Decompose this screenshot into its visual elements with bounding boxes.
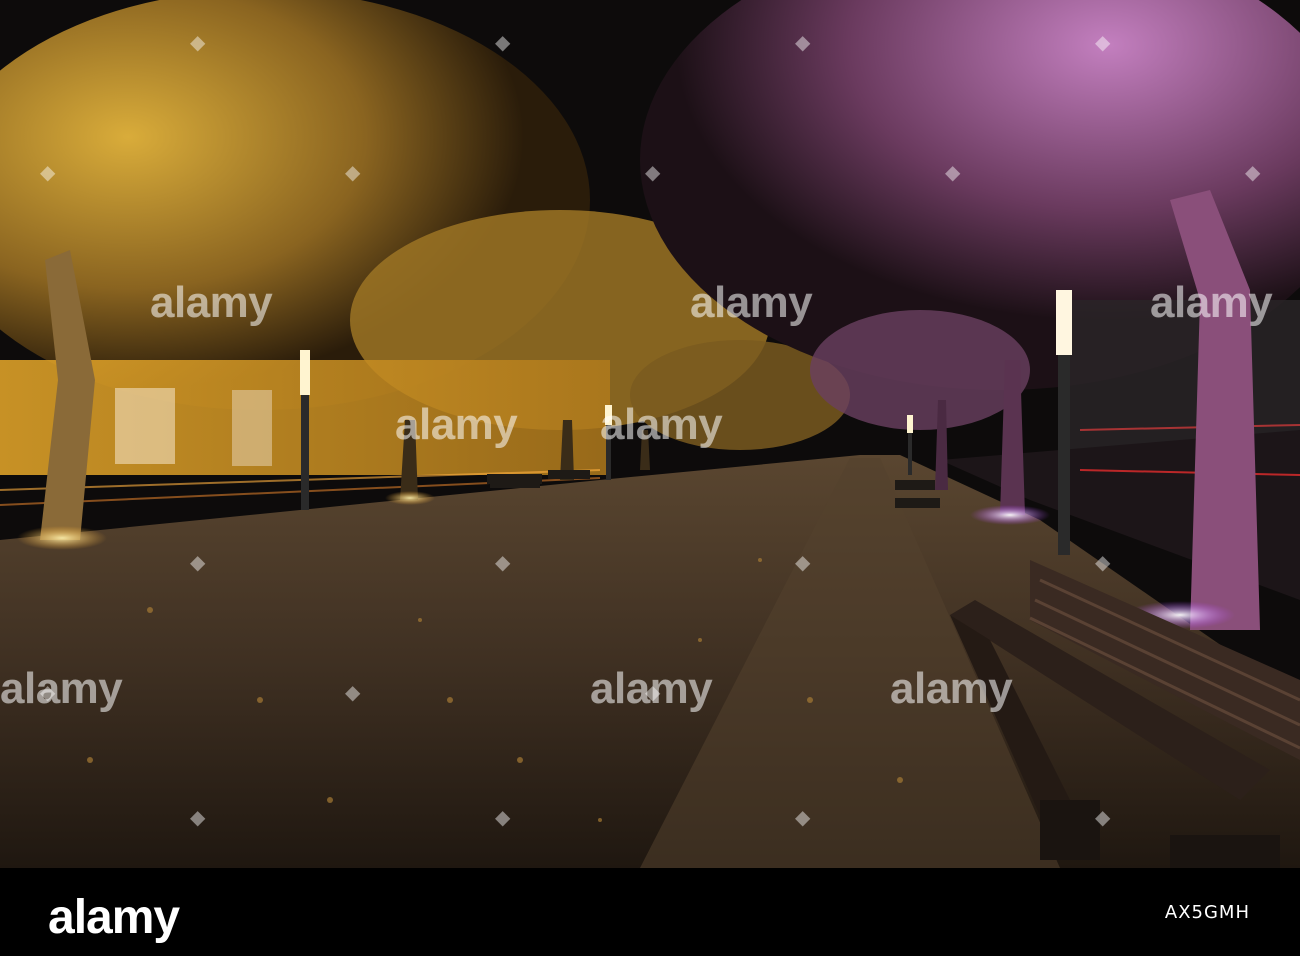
- watermark-dot: ◆: [190, 805, 206, 829]
- watermark-mid-left: alamy: [395, 400, 518, 449]
- watermark-dot: ◆: [1245, 160, 1261, 184]
- watermark-dot: ◆: [795, 30, 811, 54]
- street-night-photo: alamy alamy alamy alamy alamy alamy alam…: [0, 0, 1300, 868]
- watermark-right: alamy: [890, 664, 1013, 713]
- watermark-upper-right: alamy: [1150, 278, 1273, 327]
- watermark-dot: ◆: [1095, 30, 1111, 54]
- watermark-dot: ◆: [495, 550, 511, 574]
- watermark-dot: ◆: [795, 805, 811, 829]
- watermark-upper-left: alamy: [150, 278, 273, 327]
- image-id: AX5GMH: [1164, 902, 1250, 923]
- watermark-upper-center: alamy: [690, 278, 813, 327]
- alamy-logo[interactable]: alamy: [48, 890, 180, 945]
- watermark-dot: ◆: [645, 160, 661, 184]
- watermark-dot: ◆: [795, 550, 811, 574]
- watermark-dot: ◆: [645, 680, 661, 704]
- watermark-dot: ◆: [345, 680, 361, 704]
- watermark-dot: ◆: [945, 160, 961, 184]
- watermark-dot: ◆: [40, 160, 56, 184]
- watermark-dot: ◆: [345, 160, 361, 184]
- watermark-dot: ◆: [40, 680, 56, 704]
- watermark-dot: ◆: [1095, 550, 1111, 574]
- watermark-dot: ◆: [190, 30, 206, 54]
- footer-bar: alamy AX5GMH: [0, 868, 1300, 956]
- watermark-left: alamy: [0, 664, 123, 713]
- watermark-dot: ◆: [495, 805, 511, 829]
- watermark-dot: ◆: [495, 30, 511, 54]
- watermark-mid-center: alamy: [600, 400, 723, 449]
- watermark-dot: ◆: [190, 550, 206, 574]
- watermark-dot: ◆: [1095, 805, 1111, 829]
